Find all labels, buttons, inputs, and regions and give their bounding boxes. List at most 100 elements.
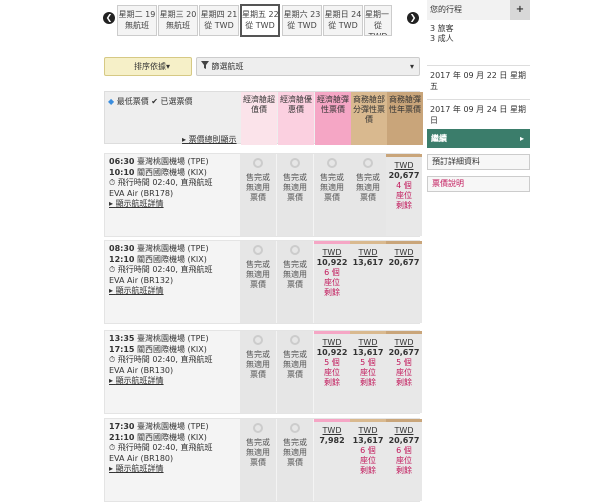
col-header: 經濟艙優惠價 — [278, 92, 314, 145]
details-label: 顯示航班詳情 — [115, 376, 164, 385]
show-details-link[interactable]: ▸ 顯示航班詳情 — [109, 199, 239, 210]
seats-left: 5 個座位剩餘 — [360, 358, 376, 387]
fare-info-button[interactable]: 票價說明 — [427, 176, 530, 192]
flight-info: 17:30 臺灣桃園機場 (TPE) 21:10 關西國際機場 (KIX) ⏱ 飛行… — [109, 422, 239, 475]
dep-time: 17:30 — [109, 422, 135, 431]
arr-airport: 關西國際機場 (KIX) — [137, 254, 207, 264]
date-tab[interactable]: 星期四 21 從 TWD — [199, 5, 239, 36]
date-tab[interactable]: 星期二 19 無航班 — [117, 5, 157, 36]
arr-time: 10:10 — [109, 167, 135, 177]
clock-icon: ⏱ — [109, 355, 116, 364]
fare-cell-unavailable: 售完或無適用票價 — [240, 419, 276, 501]
legend: ◆ 最低票價 ✔ 已選票價 — [108, 96, 193, 107]
col-header: 商務艙彈性年票價 — [387, 92, 423, 145]
fare-cell[interactable]: TWD 20,677 6 個座位剩餘 — [386, 419, 422, 501]
expand-button[interactable]: + — [510, 0, 530, 20]
flight-number: EVA Air (BR132) — [109, 275, 174, 285]
triangle-icon: ▸ — [182, 135, 187, 144]
seats-left: 5 個座位剩餘 — [324, 358, 340, 387]
next-dates-icon[interactable]: ❯ — [407, 12, 419, 24]
date-label: 星期六 23 — [283, 10, 321, 19]
passenger-summary: 3 旅客 3 成人 — [427, 20, 530, 48]
booking-details-button[interactable]: 預訂詳細資料 — [427, 154, 530, 170]
seats-left: 6 個座位剩餘 — [396, 446, 412, 475]
currency: TWD — [358, 426, 378, 435]
funnel-icon — [201, 61, 209, 69]
col-header: 經濟艙超值價 — [241, 92, 277, 145]
departure: 17:30 臺灣桃園機場 (TPE) — [109, 422, 239, 433]
fare-cell[interactable]: TWD 20,677 — [386, 241, 422, 323]
duration: ⏱ 飛行時間 02:40, 直飛航班 — [109, 265, 239, 276]
currency: TWD — [394, 248, 414, 257]
dep-time: 13:35 — [109, 334, 135, 343]
date-tab[interactable]: 星期一 25 從 TWD — [364, 5, 392, 36]
fare-cell[interactable]: TWD 10,922 6 個座位剩餘 — [314, 241, 350, 323]
clock-icon: ⏱ — [109, 443, 116, 452]
date-label: 星期三 20 — [159, 10, 197, 19]
date-tab[interactable]: 星期日 24 從 TWD — [323, 5, 363, 36]
show-details-link[interactable]: ▸ 顯示航班詳情 — [109, 464, 239, 475]
fare-cell[interactable]: TWD 10,922 5 個座位剩餘 — [314, 331, 350, 413]
continue-label: 繼續 — [431, 134, 447, 143]
flight-info: 08:30 臺灣桃園機場 (TPE) 12:10 關西國際機場 (KIX) ⏱ 飛行… — [109, 244, 239, 297]
currency: TWD — [394, 426, 414, 435]
fare-cell[interactable]: TWD 20,677 5 個座位剩餘 — [386, 331, 422, 413]
currency: TWD — [394, 161, 414, 170]
unavailable-icon — [253, 158, 263, 168]
fare-cell-unavailable: 售完或無適用票價 — [314, 154, 350, 236]
clock-icon: ⏱ — [109, 265, 116, 274]
fare-amount: 13,617 — [352, 348, 384, 357]
date-tab[interactable]: 星期六 23 從 TWD — [282, 5, 322, 36]
col-header: 經濟艙彈性票價 — [315, 92, 351, 145]
fare-cell[interactable]: TWD 13,617 6 個座位剩餘 — [350, 419, 386, 501]
filter-button[interactable]: 篩選航班 ▾ — [196, 57, 420, 76]
date-tab-active[interactable]: 星期五 22 從 TWD — [240, 4, 280, 37]
date-label: 星期五 22 — [242, 10, 279, 19]
fare-rules-link[interactable]: ▸ 票價總則顯示 — [182, 134, 237, 145]
triangle-icon: ▸ — [109, 464, 114, 473]
duration: ⏱ 飛行時間 02:40, 直飛航班 — [109, 178, 239, 189]
seats-left: 5 個座位剩餘 — [396, 358, 412, 387]
date-selector: ❮ 星期二 19 無航班 星期三 20 無航班 星期四 21 從 TWD 星期五 22… — [103, 4, 420, 37]
prev-dates-icon[interactable]: ❮ — [103, 12, 115, 24]
fare-amount: 13,617 — [352, 436, 384, 445]
fare-amount: 20,677 — [388, 348, 420, 357]
fare-amount: 10,922 — [316, 258, 348, 267]
date-label: 星期四 21 — [200, 10, 238, 19]
departure: 06:30 臺灣桃園機場 (TPE) — [109, 157, 239, 168]
fare-cell[interactable]: TWD 13,617 — [350, 241, 386, 323]
flight-info: 13:35 臺灣桃園機場 (TPE) 17:15 關西國際機場 (KIX) ⏱ 飛行… — [109, 334, 239, 387]
date-tab[interactable]: 星期三 20 無航班 — [158, 5, 198, 36]
sort-button[interactable]: 排序依據▾ — [104, 57, 192, 76]
date-sub: 從 TWD — [204, 21, 234, 30]
details-label: 顯示航班詳情 — [115, 464, 164, 473]
unavailable-icon — [290, 158, 300, 168]
fare-cell[interactable]: TWD 7,982 — [314, 419, 350, 501]
show-details-link[interactable]: ▸ 顯示航班詳情 — [109, 286, 239, 297]
flight-number: EVA Air (BR130) — [109, 365, 174, 375]
date-sub: 從 TWD — [369, 21, 388, 35]
unavailable-icon — [253, 245, 263, 255]
fare-amount: 20,677 — [388, 436, 420, 445]
show-details-link[interactable]: ▸ 顯示航班詳情 — [109, 376, 239, 387]
continue-button[interactable]: ▸ 繼續 — [427, 129, 530, 148]
unavailable-label: 售完或無適用票價 — [246, 438, 270, 467]
flight-number: EVA Air (BR178) — [109, 188, 174, 198]
date-label: 星期日 24 — [324, 10, 362, 19]
date-sub: 從 TWD — [328, 21, 358, 30]
flight-info: 06:30 臺灣桃園機場 (TPE) 10:10 關西國際機場 (KIX) ⏱ 飛行… — [109, 157, 239, 210]
triangle-icon: ▸ — [109, 199, 114, 208]
date-sub: 從 TWD — [287, 21, 317, 30]
duration-label: 飛行時間 02:40, 直飛航班 — [117, 265, 213, 274]
unavailable-label: 售完或無適用票價 — [320, 173, 344, 202]
fare-cell[interactable]: TWD 13,617 5 個座位剩餘 — [350, 331, 386, 413]
fare-amount: 20,677 — [388, 171, 420, 180]
fare-cell-unavailable: 售完或無適用票價 — [277, 419, 313, 501]
duration-label: 飛行時間 02:40, 直飛航班 — [117, 178, 213, 187]
details-label: 顯示航班詳情 — [115, 286, 164, 295]
fare-cell[interactable]: TWD 20,677 4 個座位剩餘 — [386, 154, 422, 236]
legend-selected: 已選票價 — [160, 97, 193, 106]
fare-cell-unavailable: 售完或無適用票價 — [240, 241, 276, 323]
depart-date: 2017 年 09 月 22 日 星期五 — [427, 65, 530, 96]
arr-airport: 關西國際機場 (KIX) — [137, 167, 207, 177]
